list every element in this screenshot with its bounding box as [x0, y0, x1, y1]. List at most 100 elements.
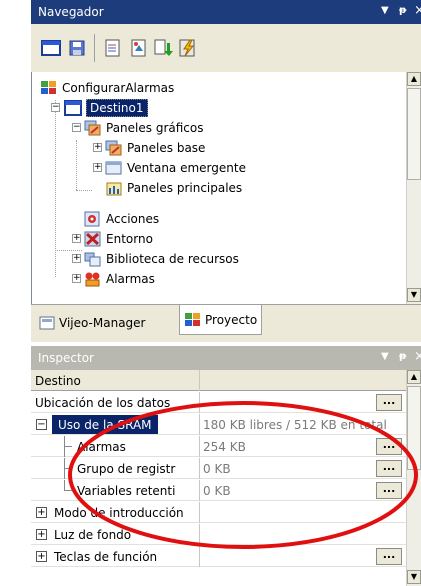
property-name: Luz de fondo	[31, 524, 200, 545]
inspector-title: Inspector	[38, 351, 94, 365]
panels-icon	[84, 120, 101, 136]
main-panels-icon	[106, 182, 122, 196]
expand-icon[interactable]: +	[72, 254, 81, 263]
navigator-title: Navegador	[38, 5, 104, 19]
property-row-teclas[interactable]: + Teclas de función ...	[31, 546, 406, 567]
pin-icon[interactable]: ᵽ	[399, 351, 406, 362]
ellipsis-button[interactable]: ...	[376, 460, 402, 477]
ellipsis-button[interactable]: ...	[376, 394, 402, 411]
property-name: Variables retenti	[31, 480, 200, 501]
inspector-title-bar: Inspector ▼ ᵽ ×	[31, 346, 421, 370]
tree-item-label: Alarmas	[106, 272, 155, 286]
flash-icon[interactable]	[176, 36, 200, 60]
property-grid-header: Destino	[31, 370, 406, 391]
tree-connector	[55, 250, 82, 251]
toolbar-separator	[94, 34, 95, 62]
property-row-ubicacion[interactable]: Ubicación de los datos ...	[31, 392, 406, 413]
tree-item-label: Entorno	[106, 232, 153, 246]
property-name: Teclas de función	[31, 546, 200, 567]
import-icon[interactable]	[151, 36, 175, 60]
property-name: Alarmas	[31, 436, 200, 457]
property-value: 180 KB libres / 512 KB en total	[203, 417, 387, 432]
property-name: Uso de la SRAM	[52, 415, 158, 434]
property-name-cell: Uso de la SRAM	[31, 414, 200, 435]
tab-vijeo-manager[interactable]: Vijeo-Manager	[34, 309, 150, 337]
property-name: Grupo de registr	[31, 458, 200, 479]
property-row-variables[interactable]: Variables retenti 0 KB ...	[31, 480, 406, 501]
project-icon	[41, 81, 56, 94]
tree-connector	[76, 190, 92, 191]
tree-item-ventana-emergente[interactable]: Ventana emergente	[105, 158, 246, 178]
tree-item-label: Paneles base	[127, 141, 206, 155]
ellipsis-button[interactable]: ...	[376, 482, 402, 499]
edit-icon[interactable]	[101, 36, 125, 60]
properties-icon[interactable]	[127, 36, 151, 60]
collapse-icon[interactable]: −	[72, 123, 81, 132]
tree-item-alarmas[interactable]: Alarmas	[84, 269, 155, 289]
tab-label: Vijeo-Manager	[59, 316, 146, 330]
project-tree: ConfigurarAlarmas − Destino1 − Paneles g…	[31, 72, 406, 304]
tree-item-root[interactable]: ConfigurarAlarmas	[40, 78, 174, 98]
property-grid-scrollbar[interactable]: ▲ ▼	[406, 370, 421, 586]
tree-scrollbar[interactable]: ▲ ▼	[406, 72, 421, 304]
ellipsis-button[interactable]: ...	[376, 438, 402, 455]
scroll-thumb[interactable]	[407, 386, 421, 470]
window-icon	[64, 100, 82, 116]
property-row-grupo[interactable]: Grupo de registr 0 KB ...	[31, 458, 406, 479]
navigator-toolbar	[31, 24, 421, 72]
property-name: Ubicación de los datos	[31, 392, 200, 413]
scroll-down-arrow-icon[interactable]: ▼	[407, 288, 421, 302]
environment-icon	[84, 231, 101, 247]
property-row-alarmas[interactable]: Alarmas 254 KB ...	[31, 436, 406, 457]
property-row-sram[interactable]: − Uso de la SRAM 180 KB libres / 512 KB …	[31, 414, 406, 435]
navigator-title-bar: Navegador ▼ ᵽ ×	[31, 0, 421, 24]
close-icon[interactable]: ×	[414, 3, 421, 18]
ellipsis-button[interactable]: ...	[376, 548, 402, 565]
collapse-icon[interactable]: −	[51, 103, 60, 112]
tree-item-paneles-graficos[interactable]: Paneles gráficos	[84, 118, 203, 138]
alarms-icon	[85, 272, 100, 287]
panels-icon	[105, 140, 122, 156]
header-label: Destino	[31, 370, 200, 391]
property-row-luz[interactable]: + Luz de fondo	[31, 524, 406, 545]
tree-connector	[76, 140, 77, 190]
tree-item-paneles-principales[interactable]: Paneles principales	[105, 178, 242, 198]
tree-item-acciones[interactable]: Acciones	[84, 209, 159, 229]
property-row-modo[interactable]: + Modo de introducción	[31, 502, 406, 523]
property-grid: Destino Ubicación de los datos ... − Uso…	[31, 370, 406, 586]
expand-icon[interactable]: +	[93, 163, 102, 172]
property-name: Modo de introducción	[31, 502, 200, 523]
save-icon[interactable]	[65, 36, 89, 60]
navigator-tabs: Vijeo-Manager Proyecto	[31, 304, 421, 342]
scroll-up-arrow-icon[interactable]: ▲	[407, 72, 421, 86]
tree-item-label: Destino1	[86, 99, 148, 117]
expand-icon[interactable]: +	[93, 143, 102, 152]
tree-item-destino[interactable]: Destino1	[64, 98, 148, 118]
tree-item-label: Biblioteca de recursos	[106, 252, 239, 266]
scroll-thumb[interactable]	[407, 88, 421, 180]
pin-icon[interactable]: ᵽ	[399, 5, 406, 16]
popup-window-icon	[105, 161, 122, 175]
header-value	[201, 370, 406, 391]
tree-item-entorno[interactable]: Entorno	[84, 229, 153, 249]
tree-item-label: Paneles principales	[127, 181, 243, 195]
expand-icon[interactable]: +	[72, 274, 81, 283]
project-icon	[185, 312, 200, 326]
property-value	[201, 502, 406, 523]
expand-icon[interactable]: +	[72, 234, 81, 243]
tree-item-label: Ventana emergente	[127, 161, 246, 175]
tree-item-biblioteca[interactable]: Biblioteca de recursos	[84, 249, 239, 269]
close-icon[interactable]: ×	[414, 349, 421, 364]
property-value	[201, 524, 406, 545]
tree-item-paneles-base[interactable]: Paneles base	[105, 138, 205, 158]
tree-item-label: ConfigurarAlarmas	[62, 81, 175, 95]
tab-proyecto[interactable]: Proyecto	[179, 305, 263, 335]
actions-icon	[84, 211, 100, 227]
scroll-down-arrow-icon[interactable]: ▼	[407, 570, 421, 584]
manager-icon	[39, 316, 55, 330]
tree-item-label: Acciones	[106, 212, 160, 226]
window-icon[interactable]	[39, 36, 63, 60]
dropdown-icon[interactable]: ▼	[381, 5, 389, 16]
dropdown-icon[interactable]: ▼	[381, 351, 389, 362]
scroll-up-arrow-icon[interactable]: ▲	[407, 370, 421, 384]
